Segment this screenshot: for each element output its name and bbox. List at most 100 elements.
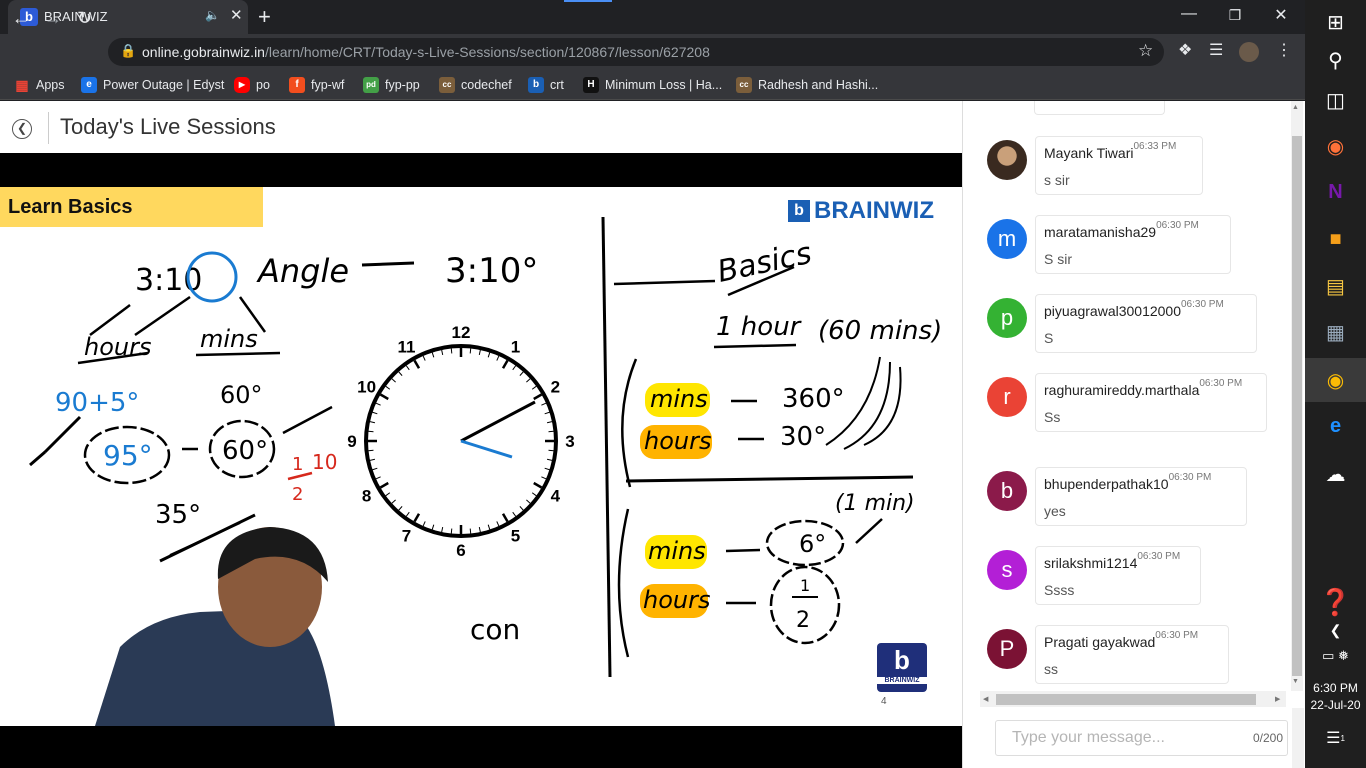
- corner-logo-icon: b: [894, 645, 910, 675]
- brainwiz-corner-logo: b BRAINWIZ: [877, 643, 927, 692]
- bookmark-crt[interactable]: b crt: [528, 75, 564, 95]
- edge-icon[interactable]: e: [1305, 404, 1366, 448]
- horizontal-rule: [625, 475, 914, 483]
- slash-mark: [282, 405, 333, 435]
- task-view-icon[interactable]: ◫: [1305, 78, 1366, 122]
- scroll-down-arrow-icon[interactable]: ▼: [1292, 678, 1299, 685]
- message-time: 06:33 PM: [1133, 141, 1177, 152]
- calculator-icon[interactable]: ▦: [1305, 310, 1366, 354]
- arrow-to-mins: [134, 295, 191, 337]
- avatar: s: [987, 550, 1027, 590]
- clock-number: 12: [452, 323, 471, 342]
- bookmark-apps[interactable]: ▦ Apps: [14, 75, 65, 95]
- tab-close-icon[interactable]: ✕: [230, 6, 243, 24]
- firefox-icon[interactable]: ◉: [1305, 124, 1366, 168]
- bookmark-radhesh[interactable]: cc Radhesh and Hashi...: [736, 75, 878, 95]
- avatar: [987, 140, 1027, 180]
- codechef-icon: cc: [439, 77, 455, 93]
- photos-icon[interactable]: ☁: [1305, 452, 1366, 496]
- back-arrow-icon[interactable]: ←: [12, 8, 30, 29]
- sublime-text-icon[interactable]: ■: [1305, 217, 1366, 261]
- windows-taskbar: ⊞ ⚲ ◫ ◉ N ■ ▤ ▦ ◉ e ☁ ❓ ❮ ▭ ❅ ☰ 1: [1305, 0, 1366, 768]
- file-explorer-icon[interactable]: ▤: [1305, 264, 1366, 308]
- bookmark-fyp-pp[interactable]: pd fyp-pp: [363, 75, 420, 95]
- extensions-icon[interactable]: ❖: [1178, 40, 1192, 60]
- notification-count: 1: [1340, 733, 1345, 743]
- bookmark-codechef[interactable]: cc codechef: [439, 75, 512, 95]
- value-60: 60°: [220, 381, 263, 409]
- clock-tick: [368, 430, 374, 433]
- scroll-left-arrow-icon[interactable]: ◀: [983, 695, 988, 703]
- media-queue-icon[interactable]: ☰: [1209, 40, 1223, 60]
- tab-audio-icon[interactable]: 🔈: [205, 8, 220, 22]
- clock-number: 4: [551, 487, 561, 506]
- clock-tick: [548, 430, 554, 433]
- bookmark-edyst[interactable]: e Power Outage | Edyst: [81, 75, 224, 95]
- clock-number: 1: [511, 338, 520, 357]
- bookmark-label: Apps: [36, 78, 65, 92]
- forward-arrow-icon[interactable]: →: [44, 8, 62, 29]
- clock-number: 8: [362, 487, 371, 506]
- avatar: m: [987, 219, 1027, 259]
- message-time: 06:30 PM: [1199, 378, 1243, 389]
- sender-name: Pragati gayakwad: [1044, 634, 1156, 650]
- search-icon[interactable]: ⚲: [1305, 38, 1366, 82]
- chrome-icon[interactable]: ◉: [1305, 358, 1366, 402]
- chat-message-input[interactable]: [1012, 729, 1242, 747]
- restore-button[interactable]: ❐: [1215, 7, 1255, 24]
- url-text[interactable]: online.gobrainwiz.in/learn/home/CRT/Toda…: [142, 44, 710, 60]
- chat-input-scrollbar[interactable]: [1292, 708, 1304, 768]
- onenote-icon[interactable]: N: [1305, 170, 1366, 214]
- mins-360: 360°: [782, 384, 845, 414]
- sender-name: raghuramireddy.marthala: [1044, 382, 1200, 398]
- clock-number: 9: [347, 432, 356, 451]
- message-time: 06:30 PM: [1168, 472, 1212, 483]
- chat-message-list[interactable]: Mayank Tiwari06:33 PM s sir m maratamanisha…: [962, 101, 1290, 691]
- brace-top: [621, 358, 638, 488]
- message-bubble: raghuramireddy.marthala06:30 PM Ss: [1035, 373, 1267, 432]
- one-hour: 1 hour: [716, 312, 803, 342]
- sender-name: Mayank Tiwari: [1044, 145, 1134, 161]
- minimize-button[interactable]: —: [1169, 5, 1209, 23]
- scroll-right-arrow-icon[interactable]: ▶: [1275, 695, 1280, 703]
- brainwiz-icon: b: [528, 77, 544, 93]
- chat-message: m maratamanisha2906:30 PM S sir: [962, 215, 1290, 289]
- message-text: S sir: [1044, 251, 1072, 267]
- bookmark-fyp-wf[interactable]: f fyp-wf: [289, 75, 344, 95]
- tick-mark: [29, 415, 82, 467]
- new-tab-button[interactable]: +: [258, 4, 271, 30]
- presenter-image: [95, 527, 335, 726]
- chat-hscroll-thumb[interactable]: [996, 694, 1256, 705]
- system-clock[interactable]: 6:30 PM 22-Jul-20: [1305, 680, 1366, 714]
- whiteboard-drawing: 3:10 Angle 3:10° hours mins 90+5° 60° 95…: [29, 216, 942, 726]
- battery-wifi-icon[interactable]: ▭ ❅: [1305, 634, 1366, 678]
- message-bubble: bhupenderpathak1006:30 PM yes: [1035, 467, 1247, 526]
- profile-avatar[interactable]: [1239, 42, 1259, 62]
- bookmark-minimum-loss[interactable]: H Minimum Loss | Ha...: [583, 75, 722, 95]
- bookmark-po[interactable]: ▶ po: [234, 75, 270, 95]
- sum-expression: 90+5°: [55, 388, 139, 418]
- lock-icon[interactable]: 🔒: [120, 43, 136, 59]
- sender-name: srilakshmi1214: [1044, 555, 1138, 571]
- chat-scrollbar-thumb[interactable]: [1292, 136, 1302, 676]
- clock-number: 6: [456, 541, 465, 560]
- message-text: ss: [1044, 661, 1058, 677]
- message-bubble: piyuagrawal3001200006:30 PM S: [1035, 294, 1257, 353]
- menu-kebab-icon[interactable]: ⋮: [1276, 40, 1292, 60]
- codechef-icon: cc: [736, 77, 752, 93]
- notification-icon[interactable]: ☰ 1: [1305, 716, 1366, 760]
- message-text: Ssss: [1044, 582, 1075, 598]
- arrow-basics: [613, 279, 716, 286]
- scroll-up-arrow-icon[interactable]: ▲: [1292, 104, 1299, 111]
- bookmark-star-icon[interactable]: ☆: [1138, 41, 1153, 61]
- dash-line: [361, 261, 415, 267]
- clock-time: 6:30 PM: [1313, 681, 1358, 695]
- reload-icon[interactable]: ↻: [77, 8, 92, 29]
- half-den: 2: [796, 608, 810, 633]
- clock-number: 11: [398, 338, 416, 357]
- window-close-button[interactable]: ✕: [1261, 5, 1301, 25]
- figma-icon: f: [289, 77, 305, 93]
- back-circle-icon[interactable]: ❮: [12, 119, 32, 139]
- mins-word-top: mins: [650, 385, 708, 413]
- bookmark-label: po: [256, 78, 270, 92]
